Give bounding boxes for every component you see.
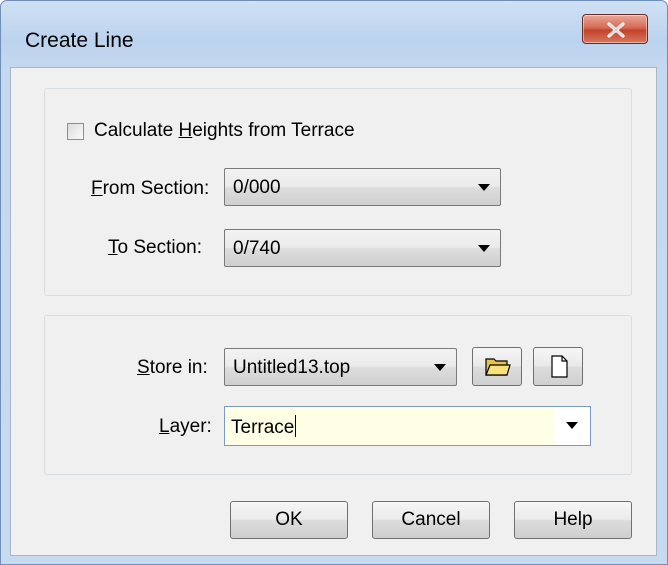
to-section-label-text: o Section:	[117, 237, 203, 258]
layer-combo-input[interactable]: Terrace	[224, 406, 591, 446]
chevron-down-icon	[434, 364, 446, 371]
browse-folder-button[interactable]	[472, 347, 522, 386]
layer-label-text: ayer:	[169, 416, 212, 437]
calc-heights-checkbox[interactable]	[67, 122, 84, 140]
close-icon	[607, 22, 625, 38]
calc-heights-label-pre: Calculate	[94, 120, 179, 141]
dialog-client-area: Calculate Heights from Terrace From Sect…	[10, 67, 657, 556]
from-section-label: From Section:	[91, 178, 209, 200]
layer-input-text[interactable]: Terrace	[231, 415, 297, 439]
store-in-label: Store in:	[137, 357, 208, 379]
calc-heights-row[interactable]: Calculate Heights from Terrace	[67, 120, 355, 142]
from-section-label-text: rom Section:	[102, 178, 210, 199]
to-section-mnemonic: T	[108, 237, 118, 258]
layer-dropdown-toggle[interactable]	[554, 407, 590, 445]
to-section-label: To Section:	[108, 237, 202, 259]
from-section-select[interactable]: 0/000	[224, 168, 501, 206]
create-line-dialog: Create Line Calculate Heights from Terra…	[0, 0, 668, 565]
close-button[interactable]	[582, 14, 648, 44]
layer-value: Terrace	[231, 417, 295, 438]
window-title: Create Line	[25, 29, 134, 52]
help-button[interactable]: Help	[514, 501, 632, 539]
layer-label: Layer:	[159, 416, 212, 438]
ok-button[interactable]: OK	[230, 501, 348, 539]
text-caret	[295, 415, 297, 437]
calc-heights-label: Calculate Heights from Terrace	[94, 120, 355, 142]
folder-icon	[485, 358, 511, 376]
store-in-label-text: tore in:	[149, 357, 208, 378]
calc-heights-mnemonic: H	[178, 120, 193, 141]
calc-heights-label-post: eights from Terrace	[192, 120, 355, 141]
store-in-value: Untitled13.top	[233, 357, 351, 378]
store-in-mnemonic: S	[137, 357, 150, 378]
cancel-button[interactable]: Cancel	[372, 501, 490, 539]
chevron-down-icon	[566, 422, 578, 429]
from-section-value: 0/000	[233, 177, 281, 198]
to-section-value: 0/740	[233, 238, 281, 259]
from-section-mnemonic: F	[91, 178, 103, 199]
new-file-button[interactable]	[533, 347, 583, 386]
layer-mnemonic: L	[159, 416, 170, 437]
store-in-select[interactable]: Untitled13.top	[224, 348, 457, 386]
storage-group	[44, 315, 632, 475]
to-section-select[interactable]: 0/740	[224, 229, 501, 267]
new-document-icon	[551, 355, 568, 378]
chevron-down-icon	[478, 184, 490, 191]
chevron-down-icon	[478, 245, 490, 252]
